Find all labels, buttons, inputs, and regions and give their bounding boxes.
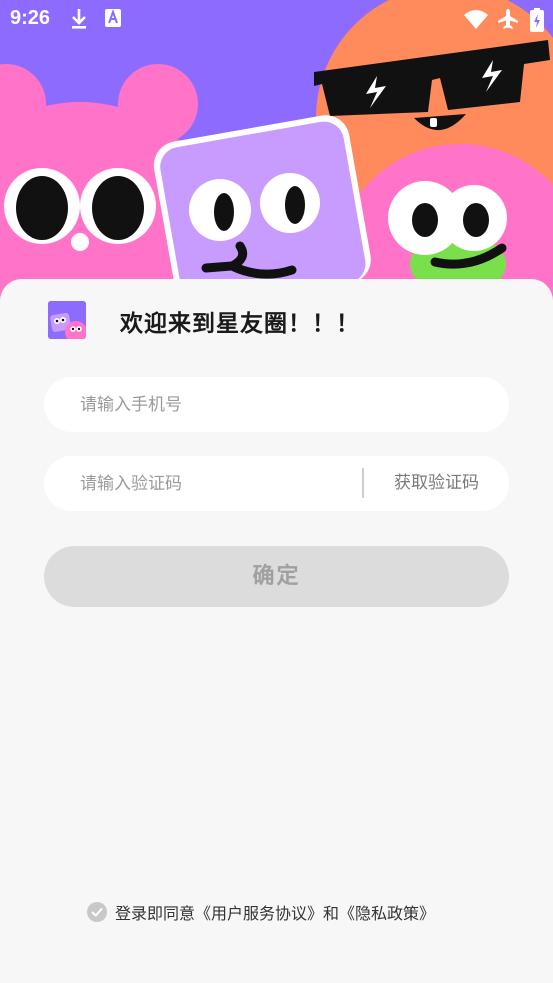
hero-illustration: 9:26 <box>0 0 553 300</box>
font-a-icon <box>105 9 121 27</box>
privacy-policy-link[interactable]: 《隐私政策》 <box>339 904 435 923</box>
status-time: 9:26 <box>10 7 51 29</box>
agreement-text: 登录即同意《用户服务协议》和《隐私政策》 <box>115 900 435 924</box>
download-icon <box>72 9 86 29</box>
battery-charging-icon <box>530 8 544 32</box>
agreement-prefix: 登录即同意 <box>115 904 196 923</box>
app-logo <box>48 301 86 339</box>
user-agreement-link[interactable]: 《用户服务协议》 <box>195 904 323 923</box>
agreement-row: 登录即同意《用户服务协议》和《隐私政策》 <box>0 898 553 926</box>
status-bar: 9:26 <box>0 0 553 40</box>
wifi-icon <box>464 10 488 29</box>
code-field[interactable]: 获取验证码 <box>44 456 509 511</box>
agreement-joiner: 和 <box>323 904 340 923</box>
phone-input[interactable] <box>80 377 360 432</box>
welcome-title: 欢迎来到星友圈！！！ <box>120 311 360 337</box>
airplane-icon <box>498 9 518 29</box>
check-icon <box>91 908 103 917</box>
app-logo-icon <box>48 301 86 339</box>
confirm-button[interactable]: 确定 <box>44 546 509 607</box>
get-code-button[interactable]: 获取验证码 <box>364 456 509 511</box>
lilac-square-character <box>153 115 371 300</box>
code-input[interactable] <box>80 456 360 511</box>
phone-field[interactable] <box>44 377 509 432</box>
agree-checkbox[interactable] <box>87 902 107 922</box>
mascot-characters-illustration <box>0 0 553 300</box>
